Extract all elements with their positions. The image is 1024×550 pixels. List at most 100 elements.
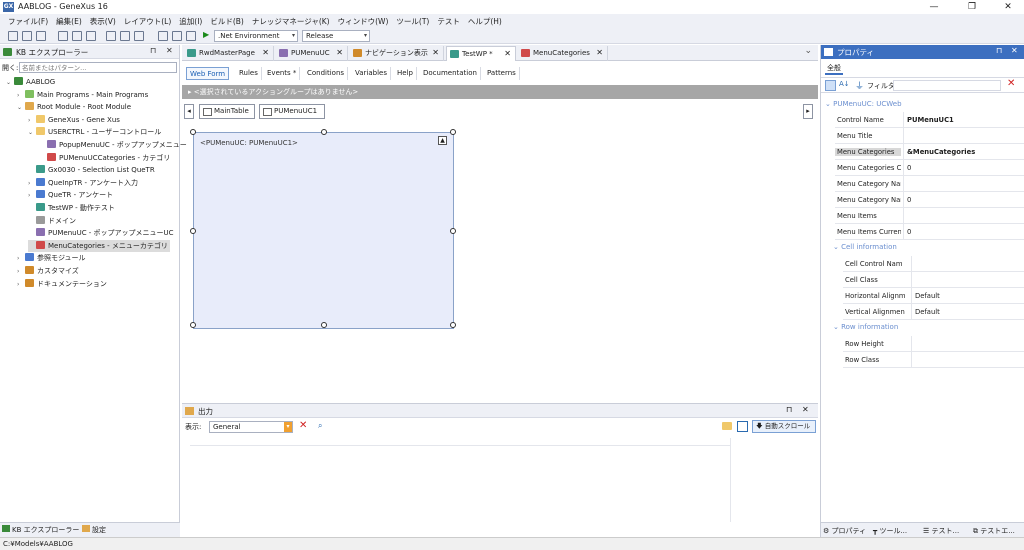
property-row[interactable]: Menu Category Nam	[835, 176, 1024, 192]
paste-icon[interactable]	[86, 31, 96, 41]
property-row[interactable]: Menu Items	[835, 208, 1024, 224]
tree-item[interactable]: MenuCategories - メニューカテゴリ	[28, 239, 170, 252]
property-row[interactable]: Cell Control Nam	[843, 256, 1024, 272]
property-filter-input[interactable]	[893, 80, 1001, 91]
tab-toolbox[interactable]: ┳ ツール...	[873, 526, 907, 536]
property-value[interactable]: 0	[907, 228, 911, 236]
minimize-button[interactable]: —	[916, 0, 952, 14]
tree-item[interactable]: PopupMenuUC - ポップアップメニュー	[39, 139, 187, 151]
property-row[interactable]: Row Height	[843, 336, 1024, 352]
row-information-header[interactable]: ⌄ Row information	[833, 320, 898, 334]
tab-properties[interactable]: ⚙ プロパティ	[823, 526, 866, 536]
undo-icon[interactable]	[106, 31, 116, 41]
doc-tab[interactable]: MenuCategories ✕	[518, 46, 608, 61]
property-row[interactable]: Menu Categories &MenuCategories	[835, 144, 1024, 160]
menu-item-6[interactable]: ナレッジマネージャ(K)	[252, 16, 330, 27]
menu-item-4[interactable]: 追加(I)	[179, 16, 202, 27]
breadcrumb-maintable[interactable]: MainTable	[199, 104, 255, 119]
autoscroll-button[interactable]: 🡇 自動スクロール	[752, 420, 816, 433]
tab-settings[interactable]: 設定	[82, 525, 106, 535]
tree-item[interactable]: PUMenuUC - ポップアップメニューUC	[28, 227, 174, 239]
close-panel-icon[interactable]: ✕	[1011, 46, 1018, 55]
doc-tab[interactable]: ナビゲーション表示 ✕	[350, 46, 444, 61]
property-row[interactable]: Menu Category Nam 0	[835, 192, 1024, 208]
tree-item[interactable]: › 参照モジュール	[17, 252, 86, 264]
search-icon[interactable]: ⌕	[318, 421, 322, 431]
tab-general[interactable]: 全般	[825, 63, 843, 75]
resize-handle[interactable]	[450, 322, 456, 328]
pin-icon[interactable]: ⊓	[996, 46, 1002, 55]
menu-item-0[interactable]: ファイル(F)	[8, 16, 48, 27]
property-value[interactable]: 0	[907, 196, 911, 204]
close-panel-icon[interactable]: ✕	[802, 405, 809, 414]
tree-item[interactable]: › QueInpTR - アンケート入力	[28, 177, 138, 189]
sub-tab[interactable]: Variables	[352, 67, 391, 80]
menu-item-5[interactable]: ビルド(B)	[210, 16, 244, 27]
property-value[interactable]: Default	[915, 308, 940, 316]
expand-icon[interactable]: ›	[28, 115, 36, 127]
cut-icon[interactable]	[58, 31, 68, 41]
sub-tab[interactable]: Rules	[236, 67, 262, 80]
expand-icon[interactable]: ›	[17, 90, 25, 102]
menu-item-9[interactable]: テスト	[437, 16, 460, 27]
redo-icon[interactable]	[120, 31, 130, 41]
tree-item[interactable]: › QueTR - アンケート	[28, 189, 113, 201]
tab-test-explorer[interactable]: ⧉ テストエ...	[973, 526, 1015, 536]
menu-item-10[interactable]: ヘルプ(H)	[468, 16, 502, 27]
environment-select[interactable]: .Net Environment ▾	[214, 30, 298, 42]
folder-icon[interactable]	[722, 422, 732, 430]
menu-item-2[interactable]: 表示(V)	[90, 16, 116, 27]
rebuild-icon[interactable]	[172, 31, 182, 41]
property-row[interactable]: Row Class	[843, 352, 1024, 368]
resize-handle[interactable]	[321, 322, 327, 328]
cancel-build-icon[interactable]	[186, 31, 196, 41]
pumenuuc-control[interactable]: <PUMenuUC: PUMenuUC1> ▲	[190, 129, 456, 329]
property-row[interactable]: Menu Title	[835, 128, 1024, 144]
property-row[interactable]: Menu Categories Cu 0	[835, 160, 1024, 176]
close-tab-icon[interactable]: ✕	[262, 46, 269, 60]
maximize-button[interactable]: ❐	[954, 0, 990, 14]
refresh-icon[interactable]	[134, 31, 144, 41]
doc-tab[interactable]: TestWP * ✕	[446, 46, 516, 61]
expand-icon[interactable]: ›	[17, 253, 25, 265]
close-tab-icon[interactable]: ✕	[432, 46, 439, 60]
close-panel-icon[interactable]: ✕	[166, 46, 173, 55]
resize-handle[interactable]	[450, 228, 456, 234]
sub-tab[interactable]: Patterns	[484, 67, 520, 80]
property-value[interactable]: Default	[915, 292, 940, 300]
collapse-icon[interactable]: ⌄	[6, 77, 14, 89]
sub-tab[interactable]: Web Form	[186, 67, 230, 80]
menu-item-7[interactable]: ウィンドウ(W)	[338, 16, 389, 27]
tab-kb-explorer[interactable]: KB エクスプローラー	[2, 525, 79, 535]
collapse-icon[interactable]: ⌄	[17, 102, 25, 114]
breadcrumb-pumenuuc1[interactable]: PUMenuUC1	[259, 104, 325, 119]
resize-handle[interactable]	[190, 129, 196, 135]
property-value[interactable]: &MenuCategories	[907, 148, 975, 156]
property-value[interactable]: PUMenuUC1	[907, 116, 954, 124]
save-output-icon[interactable]	[737, 421, 748, 432]
open-icon[interactable]	[22, 31, 32, 41]
categorized-icon[interactable]	[825, 80, 836, 91]
property-row[interactable]: Control Name PUMenuUC1	[835, 112, 1024, 128]
resize-handle[interactable]	[321, 129, 327, 135]
property-row[interactable]: Cell Class	[843, 272, 1024, 288]
close-tab-icon[interactable]: ✕	[336, 46, 343, 60]
tree-item[interactable]: TestWP - 動作テスト	[28, 202, 115, 214]
tree-item[interactable]: ⌄ AABLOG	[6, 76, 55, 88]
output-display-select[interactable]: General ▾	[209, 421, 293, 433]
breadcrumb-forward-button[interactable]: ▸	[803, 104, 813, 119]
tree-item[interactable]: › Main Programs - Main Programs	[17, 89, 148, 101]
collapse-icon[interactable]: ⌄	[825, 100, 833, 108]
sub-tab[interactable]: Documentation	[420, 67, 481, 80]
close-tab-icon[interactable]: ✕	[504, 47, 511, 61]
property-row[interactable]: Menu Items Current 0	[835, 224, 1024, 240]
collapse-icon[interactable]: ⌄	[28, 127, 36, 139]
menu-item-3[interactable]: レイアウト(L)	[124, 16, 172, 27]
clear-icon[interactable]: ✕	[299, 420, 307, 431]
sort-alpha-icon[interactable]: A↓	[839, 80, 850, 88]
sub-tab[interactable]: Events *	[264, 67, 301, 80]
breadcrumb-back-button[interactable]: ◂	[184, 104, 194, 119]
resize-handle[interactable]	[190, 228, 196, 234]
tree-item[interactable]: ⌄ Root Module - Root Module	[17, 101, 131, 113]
pin-icon[interactable]: ⊓	[786, 405, 792, 414]
